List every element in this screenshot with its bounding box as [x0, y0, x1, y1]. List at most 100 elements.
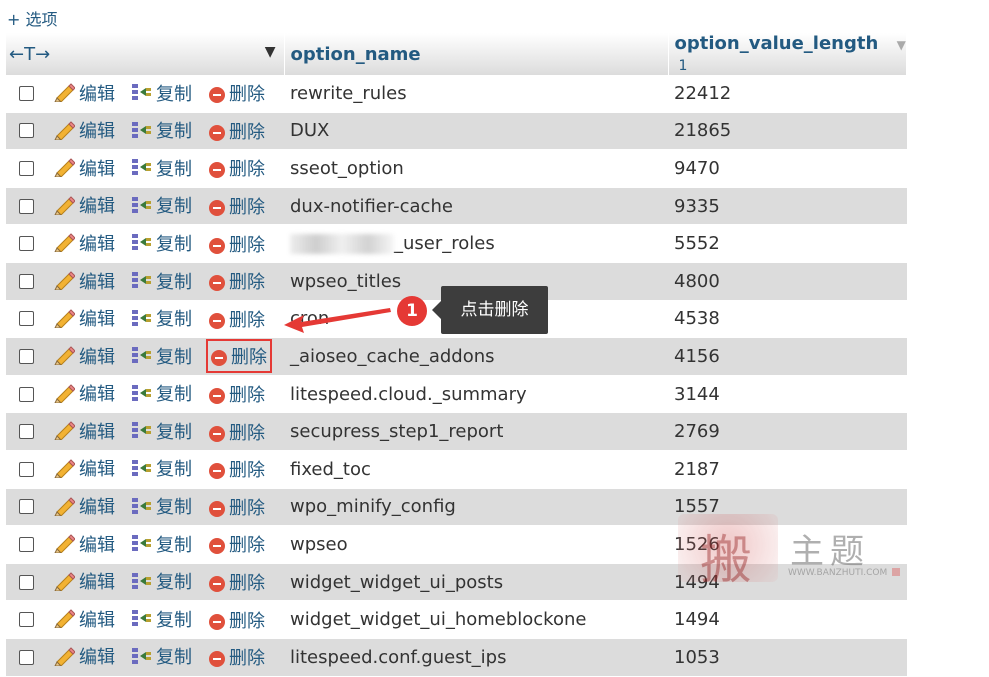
row-checkbox[interactable]	[19, 273, 34, 289]
copy-button[interactable]: 复制	[130, 268, 192, 296]
row-option-name: wpo_minify_config	[290, 496, 456, 518]
triangle-down-icon[interactable]: ▼	[265, 44, 276, 60]
delete-button[interactable]: 删除	[206, 492, 268, 522]
delete-button[interactable]: 删除	[206, 339, 272, 374]
edit-button[interactable]: 编辑	[53, 80, 115, 108]
delete-button[interactable]: 删除	[206, 229, 268, 259]
edit-button[interactable]: 编辑	[53, 531, 115, 559]
delete-button[interactable]: 删除	[206, 266, 268, 296]
delete-button[interactable]: 删除	[206, 78, 268, 108]
copy-button[interactable]: 复制	[130, 80, 192, 108]
edit-button[interactable]: 编辑	[53, 493, 115, 521]
row-checkbox[interactable]	[19, 424, 34, 440]
delete-icon	[209, 613, 225, 630]
edit-button[interactable]: 编辑	[53, 380, 115, 408]
row-option-name: litespeed.conf.guest_ips	[290, 646, 507, 668]
callout-step-badge: 1	[397, 296, 427, 326]
delete-button[interactable]: 删除	[206, 454, 268, 484]
edit-button[interactable]: 编辑	[53, 117, 115, 145]
row-option-length: 1494	[674, 609, 720, 631]
copy-button[interactable]: 复制	[130, 380, 192, 408]
copy-button[interactable]: 复制	[130, 568, 192, 596]
row-name-cell: widget_widget_ui_homeblockone	[284, 600, 668, 639]
row-checkbox[interactable]	[19, 461, 34, 477]
edit-button[interactable]: 编辑	[53, 643, 115, 671]
row-option-length: 1053	[674, 646, 720, 668]
column-header-option-name[interactable]: option_name	[284, 33, 669, 75]
delete-button[interactable]: 删除	[206, 116, 268, 146]
delete-button[interactable]: 删除	[206, 304, 268, 334]
pencil-icon	[53, 195, 76, 220]
copy-icon	[130, 232, 152, 257]
delete-button[interactable]: 删除	[206, 417, 268, 447]
column-header-option-name-label[interactable]: option_name	[291, 44, 421, 65]
column-header-option-value-length[interactable]: option_value_length ▼ 1	[668, 33, 907, 75]
delete-button[interactable]: 删除	[206, 567, 268, 597]
delete-button[interactable]: 删除	[206, 379, 268, 409]
edit-button[interactable]: 编辑	[53, 192, 115, 220]
table-row: 编辑 复制 删除 _user_roles 5552	[6, 224, 907, 263]
copy-icon	[130, 308, 152, 333]
pencil-icon	[53, 458, 76, 483]
row-checkbox[interactable]	[19, 236, 34, 252]
row-checkbox[interactable]	[19, 612, 34, 628]
edit-button[interactable]: 编辑	[53, 568, 115, 596]
copy-icon	[130, 533, 152, 558]
edit-button[interactable]: 编辑	[53, 606, 115, 634]
table-header-row: ←T→ ▼ option_name option_value_length ▼ …	[6, 33, 907, 75]
copy-button[interactable]: 复制	[130, 343, 192, 371]
row-checkbox[interactable]	[19, 536, 34, 552]
edit-button[interactable]: 编辑	[53, 268, 115, 296]
row-checkbox[interactable]	[19, 198, 34, 214]
table-row: 编辑 复制 删除 litespeed.conf.guest_ips 1053	[6, 638, 907, 677]
copy-button[interactable]: 复制	[130, 155, 192, 183]
pencil-icon	[53, 383, 76, 408]
copy-button[interactable]: 复制	[130, 192, 192, 220]
copy-button[interactable]: 复制	[130, 418, 192, 446]
edit-button[interactable]: 编辑	[53, 343, 115, 371]
copy-button[interactable]: 复制	[130, 230, 192, 258]
row-checkbox[interactable]	[19, 649, 34, 665]
row-checkbox[interactable]	[19, 499, 34, 515]
row-checkbox[interactable]	[19, 348, 34, 364]
delete-label: 删除	[229, 197, 265, 219]
row-checkbox[interactable]	[19, 386, 34, 402]
row-checkbox[interactable]	[19, 123, 34, 139]
copy-button[interactable]: 复制	[130, 493, 192, 521]
copy-button[interactable]: 复制	[130, 531, 192, 559]
copy-button[interactable]: 复制	[130, 117, 192, 145]
edit-label: 编辑	[79, 271, 115, 293]
delete-icon	[209, 500, 225, 517]
column-resize-arrows-icon[interactable]: ←T→	[6, 44, 50, 65]
delete-button[interactable]: 删除	[206, 642, 268, 672]
edit-button[interactable]: 编辑	[53, 155, 115, 183]
row-controls: 编辑 复制 删除	[6, 375, 284, 414]
delete-button[interactable]: 删除	[206, 529, 268, 559]
edit-button[interactable]: 编辑	[53, 418, 115, 446]
row-checkbox[interactable]	[19, 574, 34, 590]
column-header-option-value-length-label[interactable]: option_value_length	[675, 33, 879, 54]
row-checkbox[interactable]	[19, 85, 34, 101]
row-checkbox[interactable]	[19, 160, 34, 176]
row-length-cell: 9335	[668, 187, 907, 226]
row-checkbox[interactable]	[19, 311, 34, 327]
delete-icon	[209, 425, 225, 442]
row-option-length: 9470	[674, 157, 720, 179]
table-row: 编辑 复制 删除 dux-notifier-cache 9335	[6, 187, 907, 226]
copy-button[interactable]: 复制	[130, 606, 192, 634]
copy-button[interactable]: 复制	[130, 643, 192, 671]
results-table-body: 编辑 复制 删除 rewrite_rules 22412 编辑 复制 删除 DUX 21865 编辑…	[6, 75, 907, 677]
delete-button[interactable]: 删除	[206, 153, 268, 183]
options-toggle-link[interactable]: + 选项	[7, 6, 58, 30]
edit-button[interactable]: 编辑	[53, 305, 115, 333]
copy-icon	[130, 383, 152, 408]
copy-button[interactable]: 复制	[130, 305, 192, 333]
table-row: 编辑 复制 删除 widget_widget_ui_posts 1494	[6, 563, 907, 602]
edit-button[interactable]: 编辑	[53, 230, 115, 258]
copy-button[interactable]: 复制	[130, 455, 192, 483]
edit-button[interactable]: 编辑	[53, 455, 115, 483]
table-row: 编辑 复制 删除 sseot_option 9470	[6, 149, 907, 188]
delete-button[interactable]: 删除	[206, 191, 268, 221]
delete-button[interactable]: 删除	[206, 605, 268, 635]
delete-icon	[209, 162, 225, 179]
